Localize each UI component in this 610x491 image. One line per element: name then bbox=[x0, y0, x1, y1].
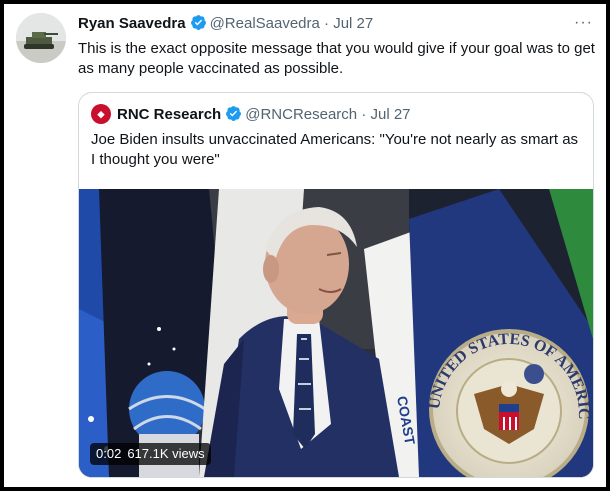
quoted-author-handle[interactable]: @RNCResearch bbox=[245, 106, 357, 123]
video-player[interactable]: COAST UNITED STATES OF AMERICA bbox=[79, 189, 593, 477]
quoted-tweet-header: ◆ RNC Research @RNCResearch · Jul 27 bbox=[91, 104, 411, 126]
more-icon[interactable]: ··· bbox=[574, 13, 593, 33]
tweet-card: Ryan Saavedra @RealSaavedra · Jul 27 ··· … bbox=[4, 4, 606, 487]
quoted-author-name[interactable]: RNC Research bbox=[117, 106, 221, 123]
video-stats-badge: 0:02 617.1K views bbox=[90, 443, 211, 465]
author-handle[interactable]: @RealSaavedra bbox=[210, 15, 320, 32]
tweet-header: Ryan Saavedra @RealSaavedra · Jul 27 bbox=[78, 14, 598, 34]
author-name[interactable]: Ryan Saavedra bbox=[78, 15, 186, 32]
verified-icon bbox=[225, 105, 242, 129]
quoted-tweet[interactable]: ◆ RNC Research @RNCResearch · Jul 27 Joe B… bbox=[78, 92, 594, 478]
separator-dot: · bbox=[324, 15, 330, 32]
author-avatar[interactable] bbox=[16, 13, 66, 63]
video-views: 617.1K views bbox=[127, 446, 205, 461]
verified-icon bbox=[190, 14, 207, 37]
tweet-date[interactable]: Jul 27 bbox=[333, 15, 373, 32]
tweet-text: This is the exact opposite message that … bbox=[78, 40, 595, 77]
separator-dot: · bbox=[361, 106, 367, 123]
quoted-tweet-date[interactable]: Jul 27 bbox=[370, 106, 410, 123]
video-duration: 0:02 bbox=[96, 446, 122, 461]
video-frame: COAST UNITED STATES OF AMERICA bbox=[79, 189, 593, 477]
quoted-tweet-text: Joe Biden insults unvaccinated Americans… bbox=[91, 131, 579, 168]
rnc-logo-icon[interactable]: ◆ bbox=[91, 104, 111, 124]
